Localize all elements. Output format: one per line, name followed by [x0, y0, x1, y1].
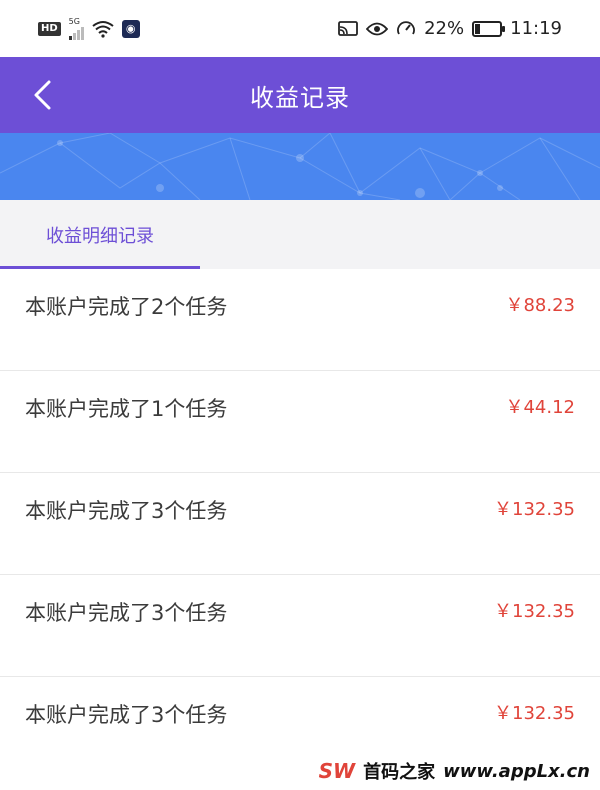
- page-title: 收益记录: [250, 83, 350, 112]
- hd-badge: HD: [38, 21, 61, 36]
- income-record-list: 本账户完成了2个任务 ￥88.23 本账户完成了1个任务 ￥44.12 本账户完…: [0, 269, 600, 779]
- speed-gauge-icon: [397, 20, 415, 34]
- status-right: 22% 11:19: [338, 18, 562, 39]
- app-notification-icon: ◉: [121, 19, 140, 38]
- battery-percent: 22%: [424, 18, 465, 39]
- record-title: 本账户完成了3个任务: [25, 499, 228, 523]
- watermark-text: 首码之家: [363, 762, 436, 783]
- network-type: 5G: [68, 16, 80, 26]
- record-title: 本账户完成了1个任务: [25, 397, 228, 421]
- record-amount: ￥132.35: [494, 703, 575, 724]
- status-left: HD 5G ◉: [38, 16, 140, 40]
- status-bar: HD 5G ◉ 22% 11:19: [0, 0, 600, 57]
- list-item[interactable]: 本账户完成了1个任务 ￥44.12: [0, 371, 600, 473]
- record-title: 本账户完成了2个任务: [25, 295, 228, 319]
- network-pattern-decoration: [0, 133, 600, 200]
- header-banner: [0, 133, 600, 200]
- record-title: 本账户完成了3个任务: [25, 601, 228, 625]
- wifi-icon: [92, 20, 114, 38]
- list-item[interactable]: 本账户完成了2个任务 ￥88.23: [0, 269, 600, 371]
- record-amount: ￥88.23: [505, 295, 575, 316]
- watermark-logo: SW: [318, 759, 356, 783]
- back-button[interactable]: [22, 75, 62, 115]
- record-amount: ￥44.12: [505, 397, 575, 418]
- battery-icon: [472, 20, 506, 37]
- cast-icon: [338, 20, 359, 36]
- chevron-left-icon: [34, 80, 51, 110]
- record-title: 本账户完成了3个任务: [25, 703, 228, 727]
- list-item[interactable]: 本账户完成了3个任务 ￥132.35: [0, 473, 600, 575]
- site-watermark: SW 首码之家 www.appLx.cn: [319, 758, 590, 784]
- tab-income-details[interactable]: 收益明细记录: [0, 200, 200, 269]
- eye-icon: [366, 22, 389, 35]
- app-header: 收益记录: [0, 57, 600, 133]
- tab-bar: 收益明细记录: [0, 200, 600, 269]
- list-item[interactable]: 本账户完成了3个任务 ￥132.35: [0, 575, 600, 677]
- tab-label: 收益明细记录: [46, 225, 154, 247]
- clock: 11:19: [510, 18, 562, 39]
- watermark-url: www.appLx.cn: [443, 760, 590, 782]
- record-amount: ￥132.35: [494, 601, 575, 622]
- cellular-signal-icon: 5G: [68, 16, 84, 40]
- record-amount: ￥132.35: [494, 499, 575, 520]
